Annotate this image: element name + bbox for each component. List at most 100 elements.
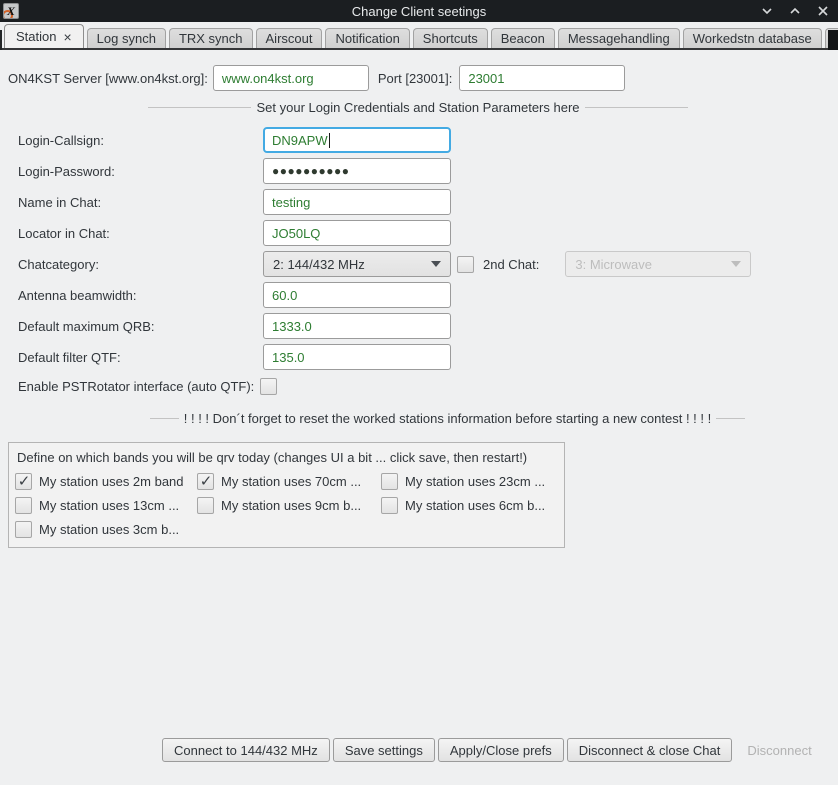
callsign-input[interactable]: DN9APW <box>263 127 451 153</box>
band-23cm-item: My station uses 23cm ... <box>381 473 556 490</box>
band-3cm-label: My station uses 3cm b... <box>39 522 179 537</box>
locator-label: Locator in Chat: <box>18 226 263 241</box>
settings-tabbar: Station × Log synch TRX synch Airscout N… <box>0 22 838 50</box>
window-title: Change Client seetings <box>0 4 838 19</box>
band-2m-label: My station uses 2m band <box>39 474 184 489</box>
beamwidth-row: Antenna beamwidth: 60.0 <box>0 282 838 308</box>
station-form: Login-Callsign: DN9APW Login-Password: ●… <box>0 127 838 397</box>
band-6cm-checkbox[interactable] <box>381 497 398 514</box>
band-23cm-checkbox[interactable] <box>381 473 398 490</box>
tab-notification[interactable]: Notification <box>325 28 409 48</box>
server-row: ON4KST Server [www.on4kst.org]: www.on4k… <box>0 65 838 91</box>
maximize-icon[interactable] <box>788 4 802 18</box>
server-input[interactable]: www.on4kst.org <box>213 65 369 91</box>
tab-airscout[interactable]: Airscout <box>256 28 323 48</box>
filter-qtf-row: Default filter QTF: 135.0 <box>0 344 838 370</box>
second-chat-checkbox[interactable] <box>457 256 474 273</box>
tab-log-synch[interactable]: Log synch <box>87 28 166 48</box>
second-chat-select: 3: Microwave <box>565 251 751 277</box>
titlebar: X Change Client seetings <box>0 0 838 22</box>
chat-name-value: testing <box>272 195 310 210</box>
chevron-down-icon <box>731 261 741 267</box>
chatcategory-select[interactable]: 2: 144/432 MHz <box>263 251 451 277</box>
bands-groupbox: Define on which bands you will be qrv to… <box>8 442 565 548</box>
tab-messagehandling[interactable]: Messagehandling <box>558 28 680 48</box>
callsign-value: DN9APW <box>272 133 328 148</box>
band-23cm-label: My station uses 23cm ... <box>405 474 545 489</box>
password-label: Login-Password: <box>18 164 263 179</box>
x11-x-glyph: X <box>7 5 15 17</box>
chatcategory-label: Chatcategory: <box>18 257 263 272</box>
contest-note-separator: ! ! ! ! Don´t forget to reset the worked… <box>150 411 745 426</box>
close-icon[interactable] <box>816 4 830 18</box>
filter-qtf-input[interactable]: 135.0 <box>263 344 451 370</box>
band-6cm-label: My station uses 6cm b... <box>405 498 545 513</box>
beamwidth-value: 60.0 <box>272 288 297 303</box>
chat-name-label: Name in Chat: <box>18 195 263 210</box>
tabbar-right-edge <box>828 30 838 50</box>
bands-grid: My station uses 2m band My station uses … <box>15 473 556 538</box>
tab-trx-synch[interactable]: TRX synch <box>169 28 253 48</box>
contest-note: ! ! ! ! Don´t forget to reset the worked… <box>179 411 716 426</box>
tab-label: Shortcuts <box>423 31 478 46</box>
band-9cm-label: My station uses 9cm b... <box>221 498 361 513</box>
band-9cm-checkbox[interactable] <box>197 497 214 514</box>
tab-shortcuts[interactable]: Shortcuts <box>413 28 488 48</box>
max-qrb-row: Default maximum QRB: 1333.0 <box>0 313 838 339</box>
max-qrb-input[interactable]: 1333.0 <box>263 313 451 339</box>
password-row: Login-Password: ●●●●●●●●●● <box>0 158 838 184</box>
band-3cm-checkbox[interactable] <box>15 521 32 538</box>
tab-close-icon[interactable]: × <box>63 30 71 44</box>
chat-name-row: Name in Chat: testing <box>0 189 838 215</box>
apply-close-prefs-button[interactable]: Apply/Close prefs <box>438 738 564 762</box>
band-2m-checkbox[interactable] <box>15 473 32 490</box>
band-13cm-checkbox[interactable] <box>15 497 32 514</box>
tab-label: TRX synch <box>179 31 243 46</box>
locator-input[interactable]: JO50LQ <box>263 220 451 246</box>
band-70cm-label: My station uses 70cm ... <box>221 474 361 489</box>
beamwidth-input[interactable]: 60.0 <box>263 282 451 308</box>
port-value: 23001 <box>468 71 504 86</box>
chevron-down-icon <box>431 261 441 267</box>
tab-label: Notification <box>335 31 399 46</box>
chatcategory-value: 2: 144/432 MHz <box>273 257 425 272</box>
connect-button[interactable]: Connect to 144/432 MHz <box>162 738 330 762</box>
locator-value: JO50LQ <box>272 226 320 241</box>
tab-label: Log synch <box>97 31 156 46</box>
tab-label: Airscout <box>266 31 313 46</box>
window-controls <box>760 4 830 18</box>
max-qrb-label: Default maximum QRB: <box>18 319 263 334</box>
save-settings-button[interactable]: Save settings <box>333 738 435 762</box>
server-label: ON4KST Server [www.on4kst.org]: <box>8 71 208 86</box>
band-2m-item: My station uses 2m band <box>15 473 197 490</box>
station-tab-panel: ON4KST Server [www.on4kst.org]: www.on4k… <box>0 50 838 548</box>
password-value: ●●●●●●●●●● <box>272 164 349 178</box>
band-13cm-item: My station uses 13cm ... <box>15 497 197 514</box>
app-x11-icon: X <box>3 3 19 19</box>
locator-row: Locator in Chat: JO50LQ <box>0 220 838 246</box>
server-value: www.on4kst.org <box>222 71 314 86</box>
chatcategory-row: Chatcategory: 2: 144/432 MHz 2nd Chat: 3… <box>0 251 838 277</box>
tab-workedstn-database[interactable]: Workedstn database <box>683 28 822 48</box>
pstrotator-checkbox[interactable] <box>260 378 277 395</box>
tab-label: Messagehandling <box>568 31 670 46</box>
pstrotator-label: Enable PSTRotator interface (auto QTF): <box>18 379 254 394</box>
tab-beacon[interactable]: Beacon <box>491 28 555 48</box>
tab-label: Beacon <box>501 31 545 46</box>
credentials-section-separator: Set your Login Credentials and Station P… <box>148 100 688 115</box>
tabbar-left-edge <box>0 30 2 50</box>
second-chat-label: 2nd Chat: <box>483 257 539 272</box>
minimize-icon[interactable] <box>760 4 774 18</box>
section-heading: Set your Login Credentials and Station P… <box>251 100 584 115</box>
band-13cm-label: My station uses 13cm ... <box>39 498 179 513</box>
footer-button-row: Connect to 144/432 MHz Save settings App… <box>162 738 824 762</box>
tab-station[interactable]: Station × <box>4 24 84 48</box>
filter-qtf-label: Default filter QTF: <box>18 350 263 365</box>
chat-name-input[interactable]: testing <box>263 189 451 215</box>
band-70cm-checkbox[interactable] <box>197 473 214 490</box>
port-input[interactable]: 23001 <box>459 65 625 91</box>
disconnect-close-chat-button[interactable]: Disconnect & close Chat <box>567 738 733 762</box>
callsign-row: Login-Callsign: DN9APW <box>0 127 838 153</box>
filter-qtf-value: 135.0 <box>272 350 305 365</box>
password-input[interactable]: ●●●●●●●●●● <box>263 158 451 184</box>
